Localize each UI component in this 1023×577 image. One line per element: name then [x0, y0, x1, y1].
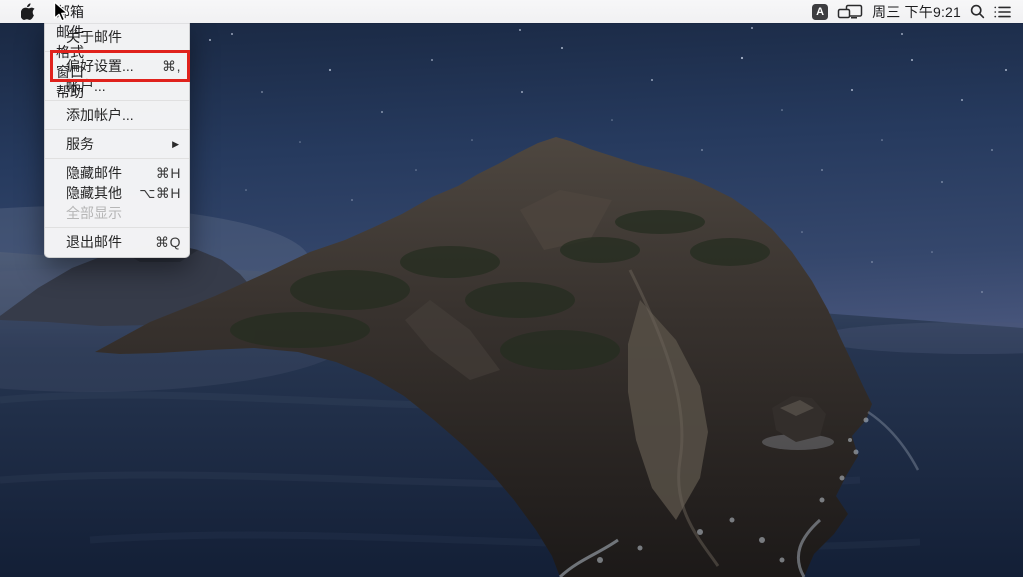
notification-center-list-icon[interactable] — [994, 0, 1011, 23]
menu-item[interactable]: 服务 ▶ — [45, 134, 189, 154]
menubar-menu-7[interactable]: 窗口 — [45, 62, 95, 82]
menu-item-shortcut: ⌘, — [162, 56, 181, 76]
submenu-arrow-icon: ▶ — [172, 134, 181, 154]
menu-bar-left: 邮件文件编辑显示邮箱邮件格式窗口帮助 — [0, 0, 95, 23]
menu-item[interactable]: 退出邮件 ⌘Q — [45, 232, 189, 252]
menubar-menu-8[interactable]: 帮助 — [45, 82, 95, 102]
menu-item-label: 隐藏邮件 — [66, 163, 122, 183]
menu-item[interactable]: 添加帐户... — [45, 105, 189, 125]
menu-separator — [45, 129, 189, 130]
desktop: 邮件文件编辑显示邮箱邮件格式窗口帮助 A 周三 下午9:21 — [0, 0, 1023, 577]
spotlight-search-icon[interactable] — [970, 0, 985, 23]
menu-bar-clock[interactable]: 周三 下午9:21 — [872, 0, 961, 23]
menu-item[interactable]: 隐藏其他 ⌥⌘H — [45, 183, 189, 203]
menu-item-shortcut: ⌘H — [156, 163, 181, 183]
menu-separator — [45, 158, 189, 159]
menu-item-label: 添加帐户... — [66, 105, 134, 125]
menubar-menu-5[interactable]: 邮件 — [45, 22, 95, 42]
apple-logo-icon — [21, 3, 35, 20]
menu-bar-status: A 周三 下午9:21 — [803, 0, 1023, 23]
menu-item-shortcut: ⌘Q — [155, 232, 181, 252]
menubar-menu-6[interactable]: 格式 — [45, 42, 95, 62]
input-source-menu[interactable]: A — [812, 4, 828, 20]
menu-item: 全部显示 — [45, 203, 189, 223]
menu-bar-menus: 邮件文件编辑显示邮箱邮件格式窗口帮助 — [45, 0, 95, 102]
menu-item-shortcut: ⌥⌘H — [139, 183, 181, 203]
apple-menu[interactable] — [0, 0, 45, 23]
menubar-menu-4[interactable]: 邮箱 — [45, 2, 95, 22]
menu-item-label: 隐藏其他 — [66, 183, 122, 203]
menu-separator — [45, 227, 189, 228]
display-mirroring-icon[interactable] — [837, 0, 863, 23]
menu-bar: 邮件文件编辑显示邮箱邮件格式窗口帮助 A 周三 下午9:21 — [0, 0, 1023, 23]
menu-item-label: 退出邮件 — [66, 232, 122, 252]
menu-item-label: 全部显示 — [66, 203, 122, 223]
menu-item-label: 服务 — [66, 134, 94, 154]
menu-item[interactable]: 隐藏邮件 ⌘H — [45, 163, 189, 183]
